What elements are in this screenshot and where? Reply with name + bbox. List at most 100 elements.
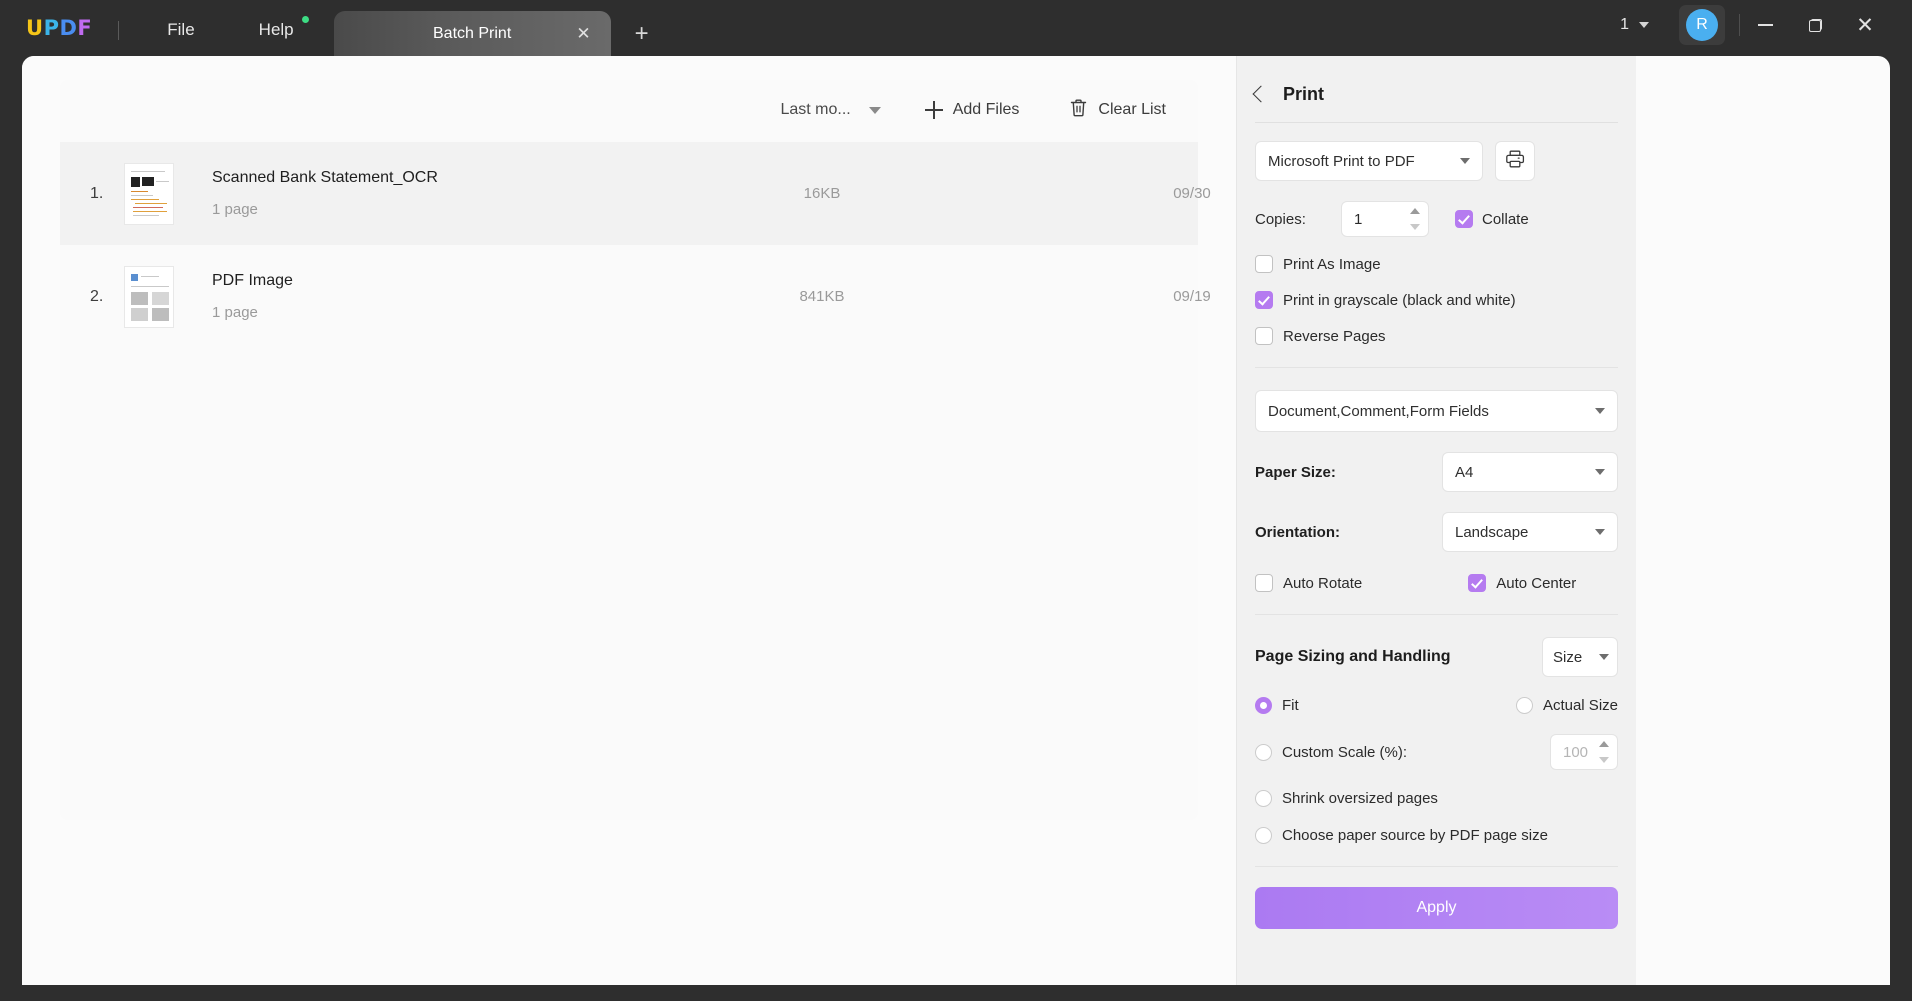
- auto-rotate-checkbox[interactable]: [1255, 574, 1273, 592]
- close-window-icon: ✕: [1856, 13, 1874, 37]
- reverse-pages-label: Reverse Pages: [1283, 327, 1386, 345]
- copies-stepper[interactable]: 1: [1341, 201, 1429, 237]
- custom-scale-value: 100: [1563, 743, 1589, 761]
- fit-radio-group[interactable]: Fit: [1255, 697, 1299, 714]
- stepper-up-icon[interactable]: [1599, 741, 1609, 747]
- divider: [1255, 866, 1618, 867]
- divider: [1255, 367, 1618, 368]
- table-row[interactable]: 2. PDF Image 1 page 841KB 09/19: [60, 245, 1211, 348]
- content-select[interactable]: Document,Comment,Form Fields: [1255, 390, 1618, 432]
- printer-select[interactable]: Microsoft Print to PDF: [1255, 141, 1483, 181]
- file-thumbnail: [124, 162, 174, 225]
- choose-paper-source-radio[interactable]: [1255, 827, 1272, 844]
- actual-size-radio[interactable]: [1515, 697, 1533, 714]
- file-name: Scanned Bank Statement_OCR: [212, 169, 438, 186]
- title-bar: UPDF File Help Batch Print ✕ + 1 R ✕: [0, 0, 1912, 56]
- print-panel-body: Microsoft Print to PDF Copies: 1 Collate…: [1237, 141, 1636, 929]
- shrink-oversized-row[interactable]: Shrink oversized pages: [1255, 790, 1618, 807]
- custom-scale-stepper[interactable]: 100: [1550, 734, 1618, 770]
- file-size: 841KB: [799, 288, 845, 305]
- titlebar-divider: [118, 21, 120, 40]
- paper-size-row: Paper Size: A4: [1255, 452, 1618, 492]
- back-chevron-icon[interactable]: [1252, 85, 1270, 103]
- custom-scale-radio[interactable]: [1255, 743, 1272, 761]
- reverse-pages-checkbox[interactable]: [1255, 327, 1273, 345]
- file-list: 1. Scanned Bank Statement_OCR 1 page 16K…: [60, 142, 1211, 348]
- fit-actualsize-row: Fit Actual Size: [1255, 697, 1618, 714]
- custom-scale-radio-group[interactable]: Custom Scale (%):: [1255, 743, 1408, 761]
- auto-rotate-group[interactable]: Auto Rotate: [1255, 574, 1362, 592]
- auto-options-row: Auto Rotate Auto Center: [1255, 574, 1618, 592]
- shrink-oversized-label: Shrink oversized pages: [1282, 790, 1438, 807]
- menu-file[interactable]: File: [153, 16, 208, 44]
- collate-checkbox-group[interactable]: Collate: [1455, 210, 1529, 228]
- add-files-button[interactable]: Add Files: [915, 95, 1030, 125]
- sort-dropdown[interactable]: Last mo...: [776, 95, 884, 125]
- reverse-pages-row[interactable]: Reverse Pages: [1255, 327, 1618, 345]
- stepper-down-icon[interactable]: [1599, 757, 1609, 763]
- printer-icon: [1505, 149, 1525, 174]
- titlebar-right-controls: 1 R ✕: [1612, 5, 1912, 45]
- page-title: Print: [1283, 83, 1325, 104]
- print-grayscale-row[interactable]: Print in grayscale (black and white): [1255, 291, 1618, 309]
- help-notification-dot-icon: [301, 16, 309, 23]
- close-icon[interactable]: ✕: [576, 25, 590, 42]
- shrink-oversized-radio[interactable]: [1255, 790, 1272, 807]
- maximize-button[interactable]: [1790, 7, 1840, 43]
- copies-row: Copies: 1 Collate: [1255, 201, 1618, 237]
- avatar: R: [1686, 9, 1718, 41]
- orientation-select[interactable]: Landscape: [1442, 512, 1618, 552]
- stepper-down-icon[interactable]: [1410, 224, 1420, 230]
- sizing-mode-select[interactable]: Size: [1542, 637, 1618, 677]
- clear-list-label: Clear List: [1098, 101, 1166, 118]
- file-name: PDF Image: [212, 272, 293, 289]
- orientation-label: Orientation:: [1255, 523, 1340, 541]
- apply-button[interactable]: Apply: [1255, 887, 1618, 929]
- new-tab-plus-icon[interactable]: +: [635, 22, 649, 46]
- table-row[interactable]: 1. Scanned Bank Statement_OCR 1 page 16K…: [60, 142, 1211, 245]
- page-count-value: 1: [1620, 16, 1629, 33]
- auto-center-checkbox[interactable]: [1468, 574, 1487, 592]
- actual-size-radio-group[interactable]: Actual Size: [1515, 697, 1618, 714]
- fit-label: Fit: [1282, 697, 1299, 714]
- page-count-selector[interactable]: 1: [1612, 12, 1657, 38]
- chevron-down-icon: [1639, 22, 1649, 28]
- clear-list-button[interactable]: Clear List: [1059, 92, 1176, 129]
- orientation-row: Orientation: Landscape: [1255, 512, 1618, 552]
- print-grayscale-checkbox[interactable]: [1255, 291, 1273, 309]
- logo-letter-d: D: [59, 16, 78, 40]
- stepper-up-icon[interactable]: [1410, 208, 1420, 214]
- choose-paper-source-row[interactable]: Choose paper source by PDF page size: [1255, 827, 1618, 844]
- file-meta: PDF Image 1 page: [212, 272, 642, 321]
- auto-center-label: Auto Center: [1496, 574, 1577, 592]
- print-as-image-row[interactable]: Print As Image: [1255, 255, 1618, 273]
- print-as-image-checkbox[interactable]: [1255, 255, 1273, 273]
- file-size: 16KB: [803, 185, 841, 202]
- fit-radio[interactable]: [1255, 697, 1272, 714]
- account-button[interactable]: R: [1679, 5, 1725, 45]
- shrink-oversized-group[interactable]: Shrink oversized pages: [1255, 790, 1438, 807]
- orientation-value: Landscape: [1455, 523, 1529, 541]
- auto-center-group[interactable]: Auto Center: [1468, 574, 1576, 592]
- file-meta: Scanned Bank Statement_OCR 1 page: [212, 169, 642, 218]
- close-window-button[interactable]: ✕: [1840, 7, 1890, 43]
- choose-paper-source-group[interactable]: Choose paper source by PDF page size: [1255, 827, 1548, 844]
- chevron-down-icon: [1599, 654, 1609, 660]
- plus-icon: [924, 101, 943, 119]
- tab-batch-print[interactable]: Batch Print ✕: [333, 11, 611, 56]
- menu-help[interactable]: Help: [245, 16, 309, 44]
- logo-letter-p: P: [43, 16, 60, 40]
- divider: [1255, 614, 1618, 615]
- paper-size-select[interactable]: A4: [1442, 452, 1618, 492]
- printer-row: Microsoft Print to PDF: [1255, 141, 1618, 181]
- collate-checkbox[interactable]: [1455, 210, 1473, 228]
- file-list-card: Last mo... Add Files Clear List 1. Scann…: [60, 80, 1211, 820]
- custom-scale-label: Custom Scale (%):: [1282, 743, 1408, 761]
- menu-help-label: Help: [258, 20, 294, 39]
- logo-letter-f: F: [77, 16, 93, 40]
- app-window: UPDF File Help Batch Print ✕ + 1 R ✕ Las…: [0, 0, 1912, 1001]
- printer-properties-button[interactable]: [1495, 141, 1535, 181]
- custom-scale-row: Custom Scale (%): 100: [1255, 734, 1618, 770]
- minimize-button[interactable]: [1740, 7, 1790, 43]
- sizing-mode-value: Size: [1553, 648, 1583, 666]
